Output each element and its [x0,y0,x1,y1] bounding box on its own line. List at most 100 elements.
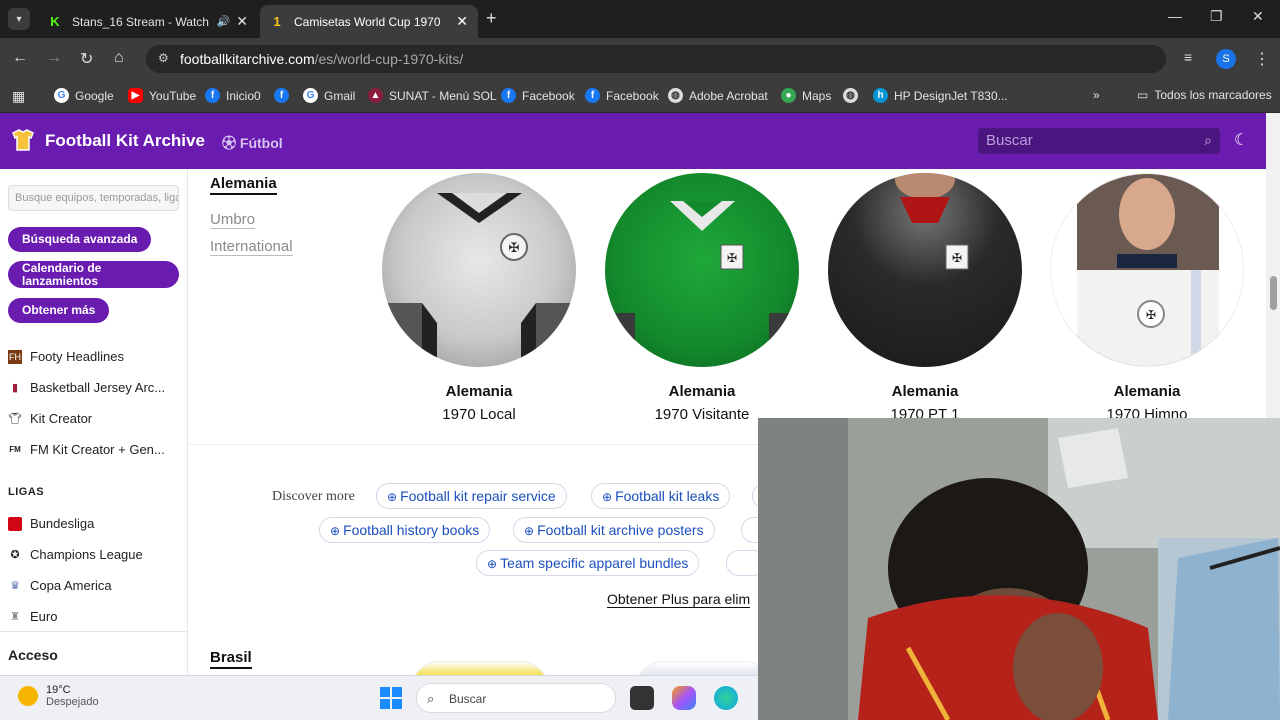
forward-icon[interactable]: → [46,49,62,67]
bookmark-gmail[interactable]: G Gmail [303,88,355,103]
back-icon[interactable]: ← [12,49,28,67]
plus-circle-icon: ⊕ [487,557,498,571]
sidebar-item-copa-america[interactable]: ♛ Copa America [8,578,112,593]
kit-card[interactable]: ✠ Alemania 1970 PT 1 [828,173,1022,423]
folder-icon: ▭ [1137,88,1149,102]
kit-image-preview[interactable] [410,661,550,675]
bookmark-facebook-2[interactable]: f Facebook [585,88,659,103]
sidebar-item-basketball-jersey[interactable]: ▮ Basketball Jersey Arc... [8,380,165,395]
new-tab-button[interactable]: + [486,8,497,29]
bookmark-google[interactable]: G Google [54,88,114,103]
all-bookmarks-folder[interactable]: ▭ Todos los marcadores [1137,88,1272,102]
home-icon[interactable]: ⌂ [114,49,124,67]
bookmark-facebook-unnamed[interactable]: f [274,88,295,103]
bookmark-maps[interactable]: ● Maps [781,88,831,103]
webcam-overlay [758,418,1280,720]
sidebar-search-input[interactable]: Busque equipos, temporadas, ligas [8,185,179,211]
bookmark-facebook-1[interactable]: f Facebook [501,88,575,103]
plus-circle-icon: ⊕ [330,524,341,538]
bookmark-globe[interactable]: ◍ [843,88,864,103]
chip-apparel-bundles[interactable]: ⊕ Team specific apparel bundles [476,550,700,576]
address-bar[interactable]: ⚙ footballkitarchive.com/es/world-cup-19… [146,45,1166,73]
close-window-icon[interactable]: ✕ [1252,8,1264,25]
search-icon[interactable]: ⌕ [1204,132,1212,149]
bookmark-hp-designjet[interactable]: h HP DesignJet T830... [873,88,1008,103]
task-view-icon[interactable] [630,686,654,710]
site-title[interactable]: Football Kit Archive [45,131,205,151]
media-control-icon[interactable]: ≡ [1184,49,1192,65]
kick-icon: K [50,14,60,29]
speaker-icon[interactable]: 🔊 [217,15,231,28]
sidebar-item-footy-headlines[interactable]: FH Footy Headlines [8,349,124,364]
scrollbar-thumb[interactable] [1270,276,1277,310]
close-tab-icon[interactable]: ✕ [236,13,248,30]
url-domain: footballkitarchive.com [180,51,315,67]
get-more-button[interactable]: Obtener más [8,298,110,323]
kit-team: Alemania [891,383,959,400]
edge-icon[interactable] [714,686,738,710]
kit-image-training[interactable]: ✠ [828,173,1022,367]
football-kit-archive-icon: 1 [273,14,281,29]
bookmark-sunat[interactable]: ▲ SUNAT - Menú SOL [368,88,497,103]
site-header: Football Kit Archive ⚽︎ Fútbol Buscar ⌕ … [0,113,1266,169]
apps-grid-icon[interactable]: ▦ [12,88,25,105]
taskbar-search-input[interactable]: ⌕ Buscar [416,683,616,713]
tab-stream[interactable]: K Stans_16 Stream - Watch Li 🔊 ✕ [38,5,258,38]
team-heading-next[interactable]: Brasil [210,649,252,669]
chip-repair-service[interactable]: ⊕ Football kit repair service [376,483,567,509]
kit-card[interactable]: ✠ Alemania 1970 Visitante [605,173,799,423]
google-icon: G [54,88,69,103]
chip-archive-posters[interactable]: ⊕ Football kit archive posters [513,517,715,543]
profile-avatar[interactable]: S [1216,49,1236,69]
team-heading[interactable]: Alemania [210,175,277,195]
chip-kit-leaks[interactable]: ⊕ Football kit leaks [591,483,731,509]
tab-search-chevron-icon[interactable]: ▾ [8,8,30,30]
advanced-search-button[interactable]: Búsqueda avanzada [8,227,152,252]
site-search-input[interactable]: Buscar ⌕ [978,128,1220,154]
kit-team: Alemania [445,383,513,400]
kit-image-preview[interactable] [634,661,774,675]
shirt-logo-icon[interactable] [10,127,36,153]
tab-active[interactable]: 1 Camisetas World Cup 1970 ✕ [260,5,478,38]
footy-headlines-icon: FH [8,349,22,364]
globe-icon: ◍ [668,88,683,103]
kit-image-home[interactable]: ✠ [382,173,576,367]
plus-circle-icon: ⊕ [524,524,535,538]
site-info-icon[interactable]: ⚙ [158,51,169,65]
brand-link-international[interactable]: International [210,238,293,256]
bookmark-youtube[interactable]: ▶ YouTube [128,88,196,103]
kit-card[interactable]: ✠ Alemania 1970 Local [382,173,576,423]
tab-title: Camisetas World Cup 1970 [294,14,441,29]
windows-start-icon[interactable] [380,687,402,709]
maps-icon: ● [781,88,796,103]
maximize-icon[interactable]: ❐ [1210,8,1223,25]
sidebar-item-champions-league[interactable]: ✪ Champions League [8,547,142,562]
bookmarks-overflow-button[interactable]: » [1093,88,1100,102]
dark-mode-toggle-icon[interactable]: ☾ [1234,130,1248,150]
sidebar-item-fm-kit-creator[interactable]: FM FM Kit Creator + Gen... [8,442,165,457]
release-calendar-button[interactable]: Calendario de lanzamientos [8,261,179,288]
sidebar-item-bundesliga[interactable]: Bundesliga [8,516,94,531]
close-tab-icon[interactable]: ✕ [456,13,468,30]
minimize-icon[interactable]: — [1168,8,1182,24]
get-plus-link[interactable]: Obtener Plus para elim [607,591,751,608]
weather-widget[interactable]: 19°C Despejado [18,684,99,708]
brand-link-umbro[interactable]: Umbro [210,211,256,229]
copa-america-icon: ♛ [10,580,20,592]
globe-icon: ◍ [843,88,858,103]
bookmark-inicio0[interactable]: f Inicio0 [205,88,261,103]
youtube-icon: ▶ [128,88,143,103]
reload-icon[interactable]: ↻ [80,49,93,69]
shirt-icon: 👕︎ [8,413,22,425]
sidebar-item-euro[interactable]: ♜ Euro [8,609,57,624]
access-heading: Acceso [8,647,58,663]
kit-image-anthem[interactable]: ✠ [1050,173,1244,367]
kit-image-away[interactable]: ✠ [605,173,799,367]
chip-history-books[interactable]: ⊕ Football history books [319,517,491,543]
kit-card[interactable]: ✠ Alemania 1970 Himno [1050,173,1244,423]
nav-futbol[interactable]: ⚽︎ Fútbol [222,133,283,153]
copilot-icon[interactable] [672,686,696,710]
sidebar-item-kit-creator[interactable]: 👕︎ Kit Creator [8,411,92,426]
bookmark-adobe-acrobat[interactable]: ◍ Adobe Acrobat [668,88,768,103]
menu-icon[interactable]: ⋮ [1254,49,1270,69]
